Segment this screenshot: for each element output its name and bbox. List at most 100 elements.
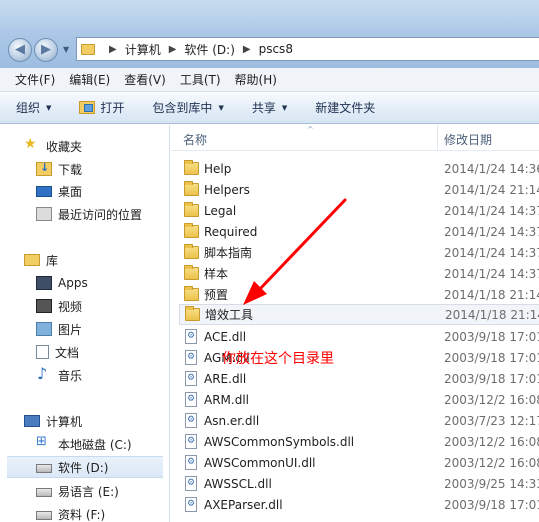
- file-date: 2014/1/24 14:37: [444, 245, 539, 260]
- file-row[interactable]: AWSCommonSymbols.dll 2003/12/2 16:08: [179, 431, 539, 452]
- breadcrumb-separator-icon[interactable]: ▶: [243, 44, 251, 55]
- nav-apps[interactable]: Apps: [0, 272, 170, 294]
- address-bar[interactable]: ▶ 计算机 ▶ 软件 (D:) ▶ pscs8: [76, 37, 539, 61]
- column-name[interactable]: 名称: [183, 131, 207, 148]
- breadcrumb-separator-icon[interactable]: ▶: [109, 44, 117, 55]
- nav-label: 文档: [55, 345, 80, 360]
- nav-recent-places[interactable]: 最近访问的位置: [0, 203, 170, 225]
- breadcrumb-drive-d[interactable]: 软件 (D:): [184, 41, 234, 58]
- nav-drive-d[interactable]: 软件 (D:): [7, 456, 163, 478]
- chevron-down-icon: ▼: [218, 103, 224, 112]
- sort-caret-icon: ^: [307, 125, 314, 134]
- dll-file-icon: [185, 434, 197, 449]
- nav-favorites[interactable]: 收藏夹: [0, 135, 170, 157]
- include-in-library-button[interactable]: 包含到库中 ▼: [152, 99, 223, 116]
- file-row[interactable]: AXEParser.dll 2003/9/18 17:01: [179, 494, 539, 515]
- nav-music[interactable]: 音乐: [0, 364, 170, 386]
- organize-button[interactable]: 组织 ▼: [16, 99, 51, 116]
- pictures-icon: [36, 322, 52, 336]
- menu-edit[interactable]: 编辑(E): [62, 71, 117, 88]
- folder-icon: [184, 202, 199, 217]
- breadcrumb-pscs8[interactable]: pscs8: [259, 42, 293, 56]
- file-row[interactable]: AWSSCL.dll 2003/9/25 14:33: [179, 473, 539, 494]
- nav-label: 本地磁盘 (C:): [58, 437, 132, 452]
- forward-button[interactable]: ▶: [34, 38, 58, 62]
- nav-label: 资料 (F:): [58, 507, 106, 522]
- annotation-text: 你放在这个目录里: [222, 351, 334, 367]
- chevron-down-icon: ▼: [281, 103, 288, 112]
- file-row[interactable]: Help 2014/1/24 14:36: [179, 158, 539, 179]
- file-date: 2014/1/18 21:14: [444, 287, 539, 302]
- file-name: Help: [204, 161, 232, 176]
- open-label: 打开: [100, 101, 125, 115]
- nav-drive-f[interactable]: 资料 (F:): [0, 503, 170, 522]
- dll-file-icon: [185, 350, 197, 365]
- file-row[interactable]: ACE.dll 2003/9/18 17:01: [179, 326, 539, 347]
- open-button[interactable]: 打开: [79, 99, 124, 116]
- nav-videos[interactable]: 视频: [0, 295, 170, 317]
- file-date: 2003/9/25 14:33: [444, 476, 539, 491]
- column-divider[interactable]: [437, 125, 438, 151]
- nav-label: 库: [46, 253, 59, 268]
- file-row[interactable]: ARE.dll 2003/9/18 17:01: [179, 368, 539, 389]
- dll-file-icon: [185, 497, 197, 512]
- nav-drive-e[interactable]: 易语言 (E:): [0, 480, 170, 502]
- file-date: 2003/9/18 17:01: [444, 329, 539, 344]
- file-row-highlighted[interactable]: 增效工具 2014/1/18 21:14: [179, 304, 539, 325]
- nav-libraries[interactable]: 库: [0, 249, 170, 271]
- file-name: AWSCommonUI.dll: [204, 455, 316, 470]
- file-name: AWSCommonSymbols.dll: [204, 434, 355, 449]
- nav-label: 图片: [58, 322, 83, 337]
- file-row[interactable]: 样本 2014/1/24 14:37: [179, 263, 539, 284]
- nav-label: 音乐: [58, 368, 83, 383]
- video-icon: [36, 299, 52, 313]
- file-date: 2003/12/2 16:08: [444, 392, 539, 407]
- forward-arrow-icon: ▶: [41, 42, 51, 57]
- file-name: AWSSCL.dll: [204, 476, 272, 491]
- dll-file-icon: [185, 413, 197, 428]
- nav-label: 收藏夹: [46, 139, 83, 154]
- folder-icon: [184, 223, 199, 238]
- documents-icon: [36, 345, 49, 359]
- file-row[interactable]: Required 2014/1/24 14:37: [179, 221, 539, 242]
- nav-label: 软件 (D:): [58, 460, 109, 475]
- file-date: 2014/1/24 14:37: [444, 266, 539, 281]
- windows-drive-icon: [36, 434, 52, 451]
- file-row[interactable]: ARM.dll 2003/12/2 16:08: [179, 389, 539, 410]
- file-row[interactable]: 脚本指南 2014/1/24 14:37: [179, 242, 539, 263]
- new-folder-button[interactable]: 新建文件夹: [315, 99, 375, 116]
- menu-help[interactable]: 帮助(H): [228, 71, 284, 88]
- menu-file[interactable]: 文件(F): [8, 71, 62, 88]
- breadcrumb-separator-icon[interactable]: ▶: [169, 44, 177, 55]
- file-date: 2014/1/24 14:37: [444, 224, 539, 239]
- nav-pictures[interactable]: 图片: [0, 318, 170, 340]
- nav-downloads[interactable]: 下载: [0, 158, 170, 180]
- menu-view[interactable]: 查看(V): [117, 71, 173, 88]
- file-date: 2014/1/18 21:14: [445, 307, 539, 322]
- drive-icon: [36, 510, 52, 520]
- nav-computer[interactable]: 计算机: [0, 410, 170, 432]
- file-name: ARM.dll: [204, 392, 249, 407]
- navigation-pane: 收藏夹 下载 桌面 最近访问的位置 库 Apps 视频 图片 文档 音乐 计算机: [0, 125, 170, 522]
- recent-pages-dropdown[interactable]: ▼: [63, 44, 73, 56]
- file-row[interactable]: Asn.er.dll 2003/7/23 12:17: [179, 410, 539, 431]
- breadcrumb-computer[interactable]: 计算机: [125, 41, 161, 58]
- nav-desktop[interactable]: 桌面: [0, 180, 170, 202]
- nav-drive-c[interactable]: 本地磁盘 (C:): [0, 433, 170, 455]
- nav-documents[interactable]: 文档: [0, 341, 170, 363]
- folder-icon: [184, 160, 199, 175]
- file-row[interactable]: 预置 2014/1/18 21:14: [179, 284, 539, 305]
- menu-tools[interactable]: 工具(T): [173, 71, 228, 88]
- file-row[interactable]: Helpers 2014/1/24 21:14: [179, 179, 539, 200]
- share-button[interactable]: 共享 ▼: [252, 99, 287, 116]
- back-button[interactable]: ◀: [8, 38, 32, 62]
- column-header: ^ 名称 修改日期: [171, 125, 539, 151]
- file-row[interactable]: Legal 2014/1/24 14:37: [179, 200, 539, 221]
- file-row[interactable]: AWSCommonUI.dll 2003/12/2 16:08: [179, 452, 539, 473]
- new-folder-label: 新建文件夹: [315, 101, 376, 115]
- file-date: 2003/7/23 12:17: [444, 413, 539, 428]
- file-name: Asn.er.dll: [204, 413, 260, 428]
- column-date-modified[interactable]: 修改日期: [444, 131, 492, 148]
- back-arrow-icon: ◀: [15, 42, 25, 57]
- file-list: Help 2014/1/24 14:36 Helpers 2014/1/24 2…: [171, 152, 539, 522]
